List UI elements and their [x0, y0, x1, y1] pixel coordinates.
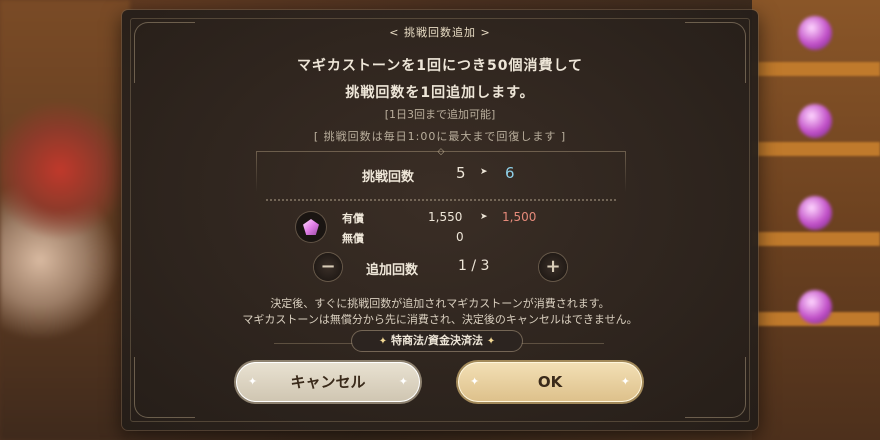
paid-after: 1,500 — [502, 210, 537, 224]
orb-decoration — [798, 104, 832, 138]
corner-ornament — [134, 357, 195, 418]
dotted-divider — [266, 199, 616, 201]
free-label: 無償 — [342, 232, 364, 245]
decrease-button[interactable]: − — [314, 253, 342, 281]
notice-line-1: 決定後、すぐに挑戦回数が追加されマギカストーンが消費されます。 — [270, 297, 610, 310]
sparkle-icon: ✦ — [248, 375, 258, 388]
add-count-label: 追加回数 — [366, 263, 419, 278]
divider-ornament-icon: ◇ — [437, 147, 445, 157]
background-right — [752, 0, 880, 440]
free-current: 0 — [456, 230, 464, 244]
shelf — [752, 62, 880, 76]
add-count-value: 1 / 3 — [458, 258, 490, 274]
sparkle-icon: ✦ — [378, 336, 388, 347]
attempts-after: 6 — [505, 164, 515, 182]
cancel-label: キャンセル — [290, 373, 366, 391]
daily-limit-note: [1日3回まで追加可能] — [384, 108, 496, 121]
dialog-title: < 挑戦回数追加 > — [389, 26, 491, 39]
orb-decoration — [798, 16, 832, 50]
notice-line-2: マギカストーンは無償分から先に消費され、決定後のキャンセルはできません。 — [242, 313, 638, 326]
increase-button[interactable]: + — [539, 253, 567, 281]
arrow-icon: ➤ — [480, 167, 488, 177]
magica-stone-icon — [296, 212, 326, 242]
arrow-icon: ➤ — [480, 212, 488, 222]
paid-label: 有償 — [342, 212, 364, 225]
sparkle-icon: ✦ — [470, 375, 480, 388]
attempts-current: 5 — [456, 164, 466, 182]
paid-current: 1,550 — [428, 210, 463, 224]
shelf — [752, 232, 880, 246]
corner-ornament — [685, 357, 746, 418]
legal-info-label: 特商法/資金決済法 — [390, 334, 484, 347]
orb-decoration — [798, 196, 832, 230]
ok-label: OK — [537, 373, 563, 391]
cancel-button[interactable]: ✦ キャンセル ✦ — [236, 362, 420, 402]
ok-button[interactable]: ✦ OK ✦ — [458, 362, 642, 402]
orb-decoration — [798, 290, 832, 324]
sparkle-icon: ✦ — [486, 336, 496, 347]
recovery-note: [ 挑戦回数は毎日1:00に最大まで回復します ] — [313, 130, 567, 143]
sparkle-icon: ✦ — [620, 375, 630, 388]
message-line-2: 挑戦回数を1回追加します。 — [345, 85, 535, 101]
message-line-1: マギカストーンを1回につき50個消費して — [296, 58, 584, 74]
attempts-label: 挑戦回数 — [362, 170, 415, 185]
legal-info-button[interactable]: ✦ 特商法/資金決済法 ✦ — [352, 331, 522, 351]
shelf — [752, 142, 880, 156]
sparkle-icon: ✦ — [398, 375, 408, 388]
background-left — [0, 0, 130, 440]
add-attempts-dialog: < 挑戦回数追加 > マギカストーンを1回につき50個消費して 挑戦回数を1回追… — [122, 10, 758, 430]
